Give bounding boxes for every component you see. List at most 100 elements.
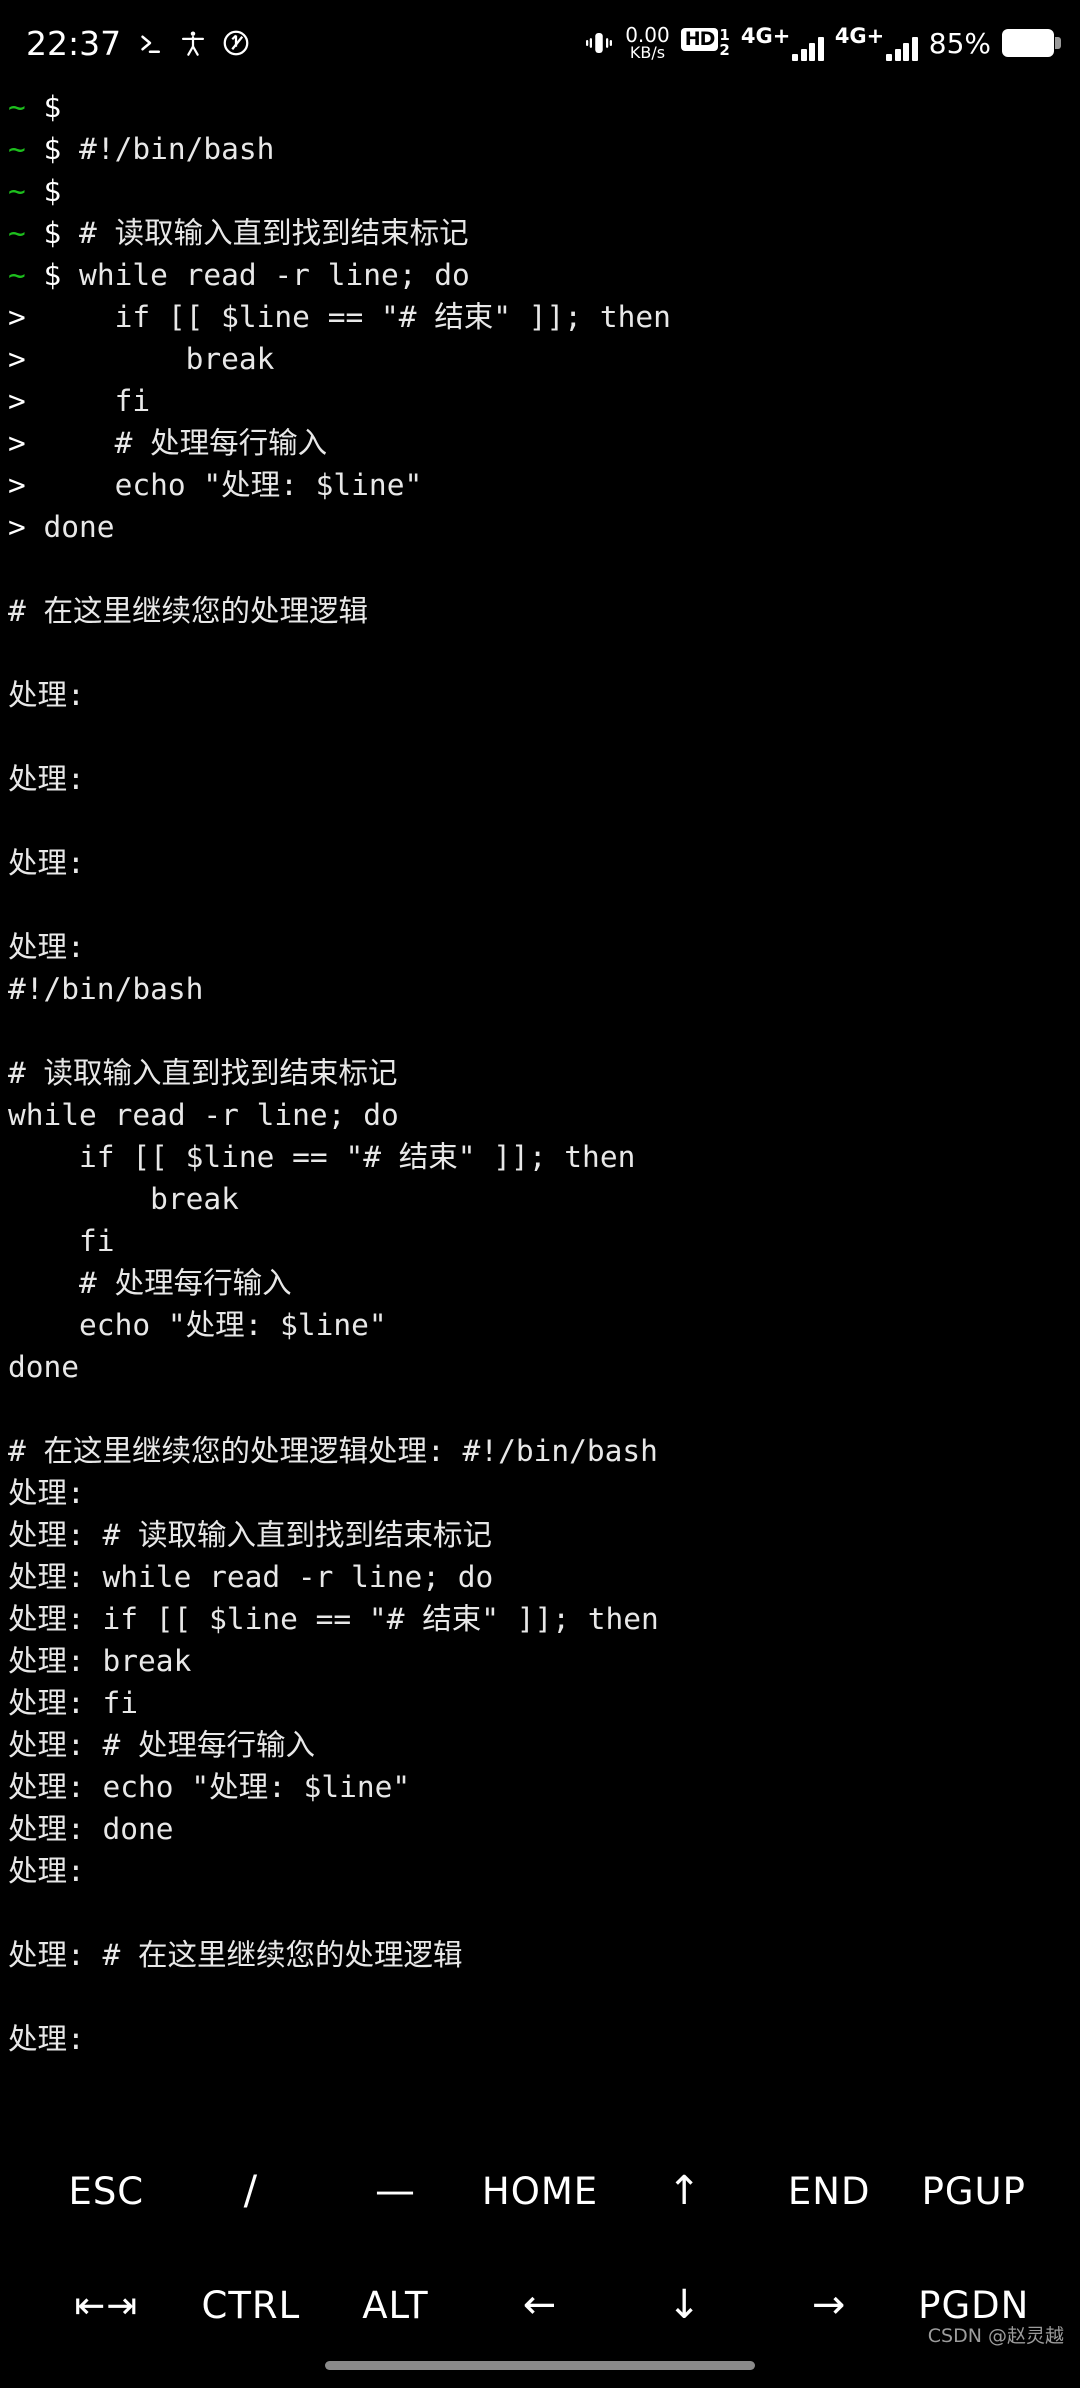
terminal-line-text: fi (25, 384, 151, 418)
terminal-line-text: if [[ $line == "# 结束" ]]; then (8, 1140, 636, 1174)
key-arrow-right[interactable]: → (757, 2282, 902, 2328)
terminal-line-text: # 在这里继续您的处理逻辑处理: #!/bin/bash (8, 1434, 658, 1468)
terminal-line-text: #!/bin/bash (8, 972, 204, 1006)
terminal-output[interactable]: ~ $ ~ $ #!/bin/bash ~ $ ~ $ # 读取输入直到找到结束标记 ~… (0, 86, 1080, 2130)
terminal-line-text: # 读取输入直到找到结束标记 (61, 216, 469, 250)
terminal-line-text: 处理: # 读取输入直到找到结束标记 (8, 1518, 493, 1552)
prompt-symbol: $ (25, 258, 62, 292)
status-bar-left: 22:37 (26, 24, 251, 63)
terminal-line: > if [[ $line == "# 结束" ]]; then (8, 296, 1072, 338)
terminal-line: 处理: # 处理每行输入 (8, 1724, 1072, 1766)
terminal-line: 处理: (8, 1850, 1072, 1892)
terminal-line-text: while read -r line; do (61, 258, 470, 292)
key-home[interactable]: HOME (468, 2170, 613, 2213)
network-speed-indicator: 0.00 KB/s (625, 25, 670, 61)
prompt-symbol: $ (25, 90, 62, 124)
clock: 22:37 (26, 23, 122, 63)
terminal-line: 处理: (8, 1472, 1072, 1514)
terminal-line: 处理: (8, 926, 1072, 968)
terminal-line-text: 处理: (8, 762, 85, 796)
prompt-symbol: $ (25, 174, 62, 208)
hd-label: HD (680, 28, 719, 51)
terminal-line-text: echo "处理: $line" (8, 1308, 387, 1342)
home-indicator[interactable] (325, 2361, 755, 2370)
hd-sim-2: 2 (719, 41, 730, 59)
terminal-line: 处理: fi (8, 1682, 1072, 1724)
keyboard-toolbar-row-2[interactable]: ⇤⇥ CTRL ALT ← ↓ → PGDN (0, 2250, 1080, 2360)
terminal-line: ~ $ # 读取输入直到找到结束标记 (8, 212, 1072, 254)
terminal-line-text: echo "处理: $line" (25, 468, 423, 502)
terminal-line: 处理: (8, 758, 1072, 800)
vibrate-mode-icon (221, 28, 251, 58)
terminal-line: > echo "处理: $line" (8, 464, 1072, 506)
terminal-line-text: 处理: # 在这里继续您的处理逻辑 (8, 1938, 463, 1972)
terminal-line-text: done (8, 1350, 80, 1384)
terminal-line: 处理: # 在这里继续您的处理逻辑 (8, 1934, 1072, 1976)
sim2-network-type: 4G+ (834, 23, 885, 48)
terminal-line: 处理: while read -r line; do (8, 1556, 1072, 1598)
sim1-network-type: 4G+ (740, 23, 791, 48)
terminal-line: 处理: if [[ $line == "# 结束" ]]; then (8, 1598, 1072, 1640)
terminal-line: ~ $ (8, 86, 1072, 128)
terminal-line: # 在这里继续您的处理逻辑 (8, 590, 1072, 632)
terminal-line: 处理: echo "处理: $line" (8, 1766, 1072, 1808)
terminal-line: ~ $ while read -r line; do (8, 254, 1072, 296)
key-arrow-left[interactable]: ← (468, 2282, 613, 2328)
terminal-line-text: # 处理每行输入 (25, 426, 328, 460)
terminal-line: 处理: done (8, 1808, 1072, 1850)
terminal-line: 处理: break (8, 1640, 1072, 1682)
terminal-line-text: # 读取输入直到找到结束标记 (8, 1056, 398, 1090)
terminal-line-text: done (25, 510, 115, 544)
watermark: CSDN @赵灵越 (927, 2325, 1064, 2347)
terminal-line-text: break (25, 342, 275, 376)
key-alt[interactable]: ALT (323, 2284, 468, 2327)
signal-bars-icon (792, 36, 824, 61)
terminal-line: if [[ $line == "# 结束" ]]; then (8, 1136, 1072, 1178)
terminal-line-text: 处理: echo "处理: $line" (8, 1770, 411, 1804)
key-slash[interactable]: / (179, 2168, 324, 2214)
terminal-line-text: 处理: break (8, 1644, 192, 1678)
key-ctrl[interactable]: CTRL (179, 2284, 324, 2327)
continuation-prompt: > (8, 342, 26, 376)
terminal-line-text: 处理: while read -r line; do (8, 1560, 494, 1594)
continuation-prompt: > (8, 300, 26, 334)
key-dash[interactable]: — (323, 2168, 468, 2214)
terminal-line: #!/bin/bash (8, 968, 1072, 1010)
status-bar-right: 0.00 KB/s HD 1 2 4G+ 4G+ 85% (584, 23, 1061, 61)
key-arrow-up[interactable]: ↑ (612, 2168, 757, 2214)
terminal-line: # 读取输入直到找到结束标记 (8, 1052, 1072, 1094)
signal-bars-icon (886, 36, 918, 61)
key-esc[interactable]: ESC (34, 2170, 179, 2213)
terminal-line: > # 处理每行输入 (8, 422, 1072, 464)
key-arrow-down[interactable]: ↓ (612, 2282, 757, 2328)
accessibility-icon (179, 28, 207, 58)
key-pgup[interactable]: PGUP (901, 2170, 1046, 2213)
network-speed-value: 0.00 (625, 23, 670, 47)
key-end[interactable]: END (757, 2170, 902, 2213)
terminal-line: 处理: # 读取输入直到找到结束标记 (8, 1514, 1072, 1556)
terminal-line-text: 处理: (8, 1854, 85, 1888)
terminal-line: done (8, 1346, 1072, 1388)
key-tab[interactable]: ⇤⇥ (34, 2284, 179, 2327)
terminal-line-text: while read -r line; do (8, 1098, 399, 1132)
keyboard-toolbar-row-1[interactable]: ESC / — HOME ↑ END PGUP (0, 2132, 1080, 2250)
prompt-tilde: ~ (8, 132, 26, 166)
vibration-icon (584, 28, 614, 58)
terminal-line: while read -r line; do (8, 1094, 1072, 1136)
terminal-line-text: #!/bin/bash (61, 132, 275, 166)
prompt-symbol: $ (25, 216, 62, 250)
terminal-icon (135, 28, 165, 58)
terminal-line-text: # 处理每行输入 (8, 1266, 292, 1300)
signal-sim2: 4G+ (834, 23, 918, 61)
continuation-prompt: > (8, 468, 26, 502)
terminal-line-text: 处理: (8, 846, 85, 880)
battery-icon (1002, 29, 1061, 57)
terminal-line-text: # 在这里继续您的处理逻辑 (8, 594, 369, 628)
